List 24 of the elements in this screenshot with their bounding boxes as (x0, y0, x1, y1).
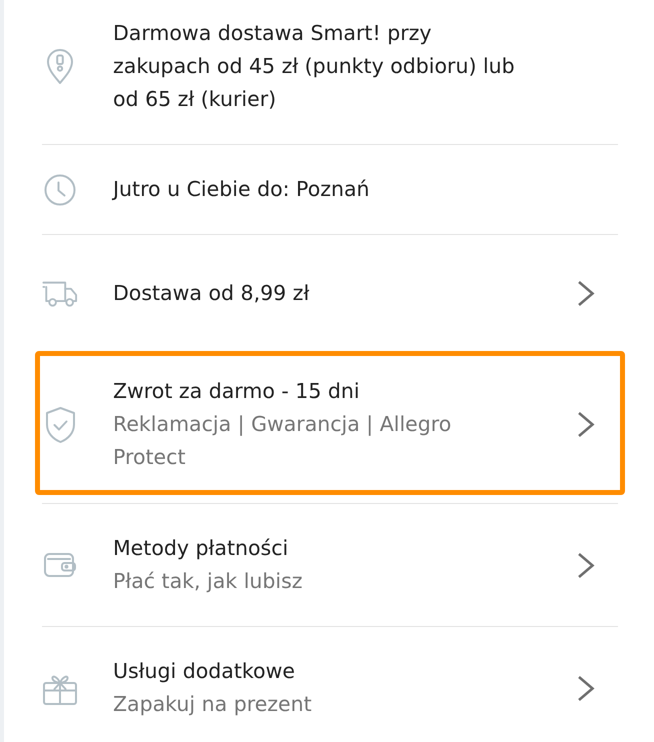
item-description: Zapakuj na prezent (113, 691, 313, 718)
item-title: Darmowa dostawa Smart! przy zakupach od 45 zł (punkty odbioru) lub od 65 zł (kurier) (113, 20, 516, 113)
item-title: Dostawa od 8,99 zł (113, 280, 310, 307)
list-item[interactable]: Dostawa od 8,99 zł (42, 235, 618, 353)
list-item[interactable]: Jutro u Ciebie do: Poznań (42, 145, 618, 235)
chevron-right-icon (577, 280, 595, 307)
item-description: Płać tak, jak lubisz (113, 568, 304, 595)
chevron-right-icon (577, 552, 595, 578)
item-title: Metody płatności (113, 535, 290, 562)
list-item[interactable]: Metody płatności Płać tak, jak lubisz (42, 504, 618, 627)
list-item[interactable]: Zwrot za darmo - 15 dni Reklamacja | Gwarancja | Allegro Protect (35, 351, 625, 495)
truck-icon (42, 280, 78, 308)
item-description: Reklamacja | Gwarancja | Allegro Protect (113, 411, 452, 471)
chevron-right-icon (577, 674, 595, 702)
item-title: Usługi dodatkowe (113, 658, 296, 685)
item-title: Jutro u Ciebie do: Poznań (113, 176, 371, 203)
shield-check-icon (44, 406, 76, 444)
item-title: Zwrot za darmo - 15 dni (113, 378, 361, 405)
list-item[interactable]: Usługi dodatkowe Zapakuj na prezent (42, 627, 618, 742)
chevron-right-icon (577, 411, 595, 438)
wallet-icon (43, 552, 77, 578)
clock-icon (44, 174, 76, 206)
list-item[interactable]: Darmowa dostawa Smart! przy zakupach od 45 zł (punkty odbioru) lub od 65 zł (kurier) (42, 0, 618, 145)
location-pin-icon (46, 48, 74, 85)
